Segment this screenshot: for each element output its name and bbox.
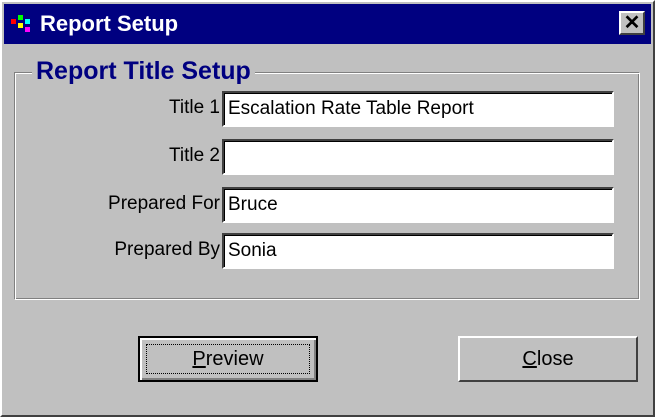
preview-button[interactable]: Preview bbox=[138, 336, 318, 382]
app-icon bbox=[10, 12, 34, 36]
form-row-prepared-by: Prepared By bbox=[14, 230, 640, 270]
title-bar[interactable]: Report Setup ✕ bbox=[4, 4, 651, 44]
prepared-for-label: Prepared For bbox=[108, 193, 220, 214]
prepared-for-input[interactable] bbox=[222, 187, 614, 223]
report-setup-dialog: Report Setup ✕ Report Title Setup Title … bbox=[0, 0, 655, 417]
title-2-input[interactable] bbox=[222, 139, 614, 175]
form-row-title-2: Title 2 bbox=[14, 136, 640, 176]
title-2-label: Title 2 bbox=[168, 145, 220, 166]
form-row-prepared-for: Prepared For bbox=[14, 184, 640, 224]
title-1-input[interactable] bbox=[222, 91, 614, 127]
close-window-button[interactable]: ✕ bbox=[619, 11, 645, 35]
title-1-label: Title 1 bbox=[168, 97, 220, 118]
close-button-label: Close bbox=[522, 347, 574, 370]
preview-button-label: Preview bbox=[192, 347, 264, 370]
form-row-title-1: Title 1 bbox=[14, 88, 640, 128]
close-icon: ✕ bbox=[623, 12, 641, 34]
close-button[interactable]: Close bbox=[458, 336, 638, 382]
window-title: Report Setup bbox=[40, 11, 179, 36]
prepared-by-label: Prepared By bbox=[114, 239, 220, 260]
group-legend: Report Title Setup bbox=[32, 54, 255, 88]
prepared-by-input[interactable] bbox=[222, 233, 614, 269]
